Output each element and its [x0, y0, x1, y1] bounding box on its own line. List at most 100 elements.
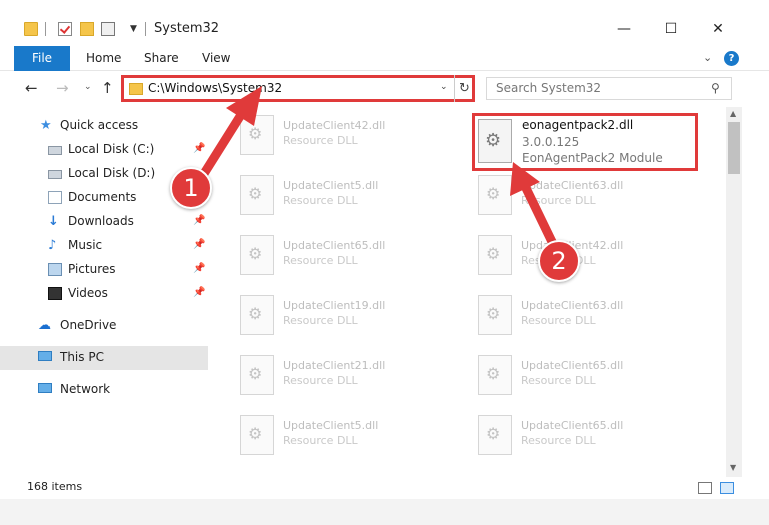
sidebar-item-label: This PC: [60, 350, 104, 364]
highlighted-file-item[interactable]: eonagentpack2.dll 3.0.0.125 EonAgentPack…: [472, 113, 698, 171]
dll-file-icon: [478, 355, 512, 395]
help-icon[interactable]: ?: [724, 51, 739, 66]
scroll-up-arrow-icon[interactable]: ▲: [730, 109, 736, 118]
sidebar-item-label: Videos: [68, 286, 108, 300]
sidebar-item-pictures[interactable]: Pictures 📌: [0, 258, 208, 282]
file-name: UpdateClient5.dll: [283, 179, 379, 192]
search-box[interactable]: Search System32 ⚲: [486, 77, 732, 100]
maximize-button[interactable]: ☐: [648, 14, 694, 44]
pin-icon: 📌: [193, 263, 206, 274]
scroll-down-arrow-icon[interactable]: ▼: [730, 463, 736, 472]
file-item[interactable]: UpdateClient5.dll Resource DLL: [222, 411, 452, 459]
search-input[interactable]: Search System32: [496, 81, 601, 95]
file-name: eonagentpack2.dll: [522, 118, 634, 132]
back-arrow-icon[interactable]: ←: [25, 79, 38, 97]
dll-file-icon: [478, 175, 512, 215]
close-button[interactable]: ✕: [695, 14, 741, 44]
sidebar-item-label: Music: [68, 238, 103, 252]
sidebar-item-local-disk-c[interactable]: Local Disk (C:) 📌: [0, 138, 208, 162]
file-type: Resource DLL: [283, 374, 358, 387]
address-folder-icon: [129, 83, 143, 95]
rename-icon[interactable]: [101, 22, 115, 36]
dll-file-icon: [240, 355, 274, 395]
sidebar-item-label: Documents: [68, 190, 137, 204]
folder-icon[interactable]: [24, 22, 38, 36]
refresh-icon[interactable]: ↻: [454, 75, 474, 102]
sidebar-item-downloads[interactable]: ↓ Downloads 📌: [0, 210, 208, 234]
tab-home[interactable]: Home: [86, 46, 121, 71]
details-view-icon[interactable]: [698, 482, 712, 494]
file-name: UpdateClient5.dll: [283, 419, 379, 432]
sidebar-item-network[interactable]: Network: [0, 378, 208, 402]
step-1-badge: 1: [170, 167, 212, 209]
file-name: UpdateClient65.dll: [283, 239, 386, 252]
recent-locations-chevron-icon[interactable]: ⌄: [84, 82, 92, 92]
sidebar-item-this-pc[interactable]: This PC: [0, 346, 208, 370]
file-item[interactable]: [222, 471, 452, 473]
file-type: Resource DLL: [521, 194, 596, 207]
file-name: UpdateClient65.dll: [521, 359, 624, 372]
star-icon: ★: [40, 118, 52, 133]
new-folder-icon[interactable]: [80, 22, 94, 36]
sidebar-item-quick-access[interactable]: ★ Quick access: [0, 114, 208, 138]
dll-file-icon: [240, 175, 274, 215]
dll-file-icon: [240, 235, 274, 275]
downloads-icon: ↓: [48, 214, 59, 229]
minimize-button[interactable]: —: [601, 14, 647, 44]
sidebar-item-label: Quick access: [60, 118, 139, 132]
videos-icon: [48, 287, 62, 300]
navigation-pane: ★ Quick access Local Disk (C:) 📌 Local D…: [0, 107, 210, 473]
search-icon[interactable]: ⚲: [711, 81, 720, 95]
disk-icon: [48, 170, 62, 179]
file-name: UpdateClient42.dll: [283, 119, 386, 132]
forward-arrow-icon[interactable]: →: [56, 79, 69, 97]
dll-file-icon: [240, 415, 274, 455]
tab-file[interactable]: File: [14, 46, 70, 71]
tab-share[interactable]: Share: [144, 46, 179, 71]
file-item[interactable]: UpdateClient65.dll Resource DLL: [460, 411, 690, 459]
quick-access-chevron-down-icon[interactable]: ▼: [130, 24, 137, 34]
properties-check-icon[interactable]: [58, 22, 72, 36]
toolbar-separator: [45, 22, 46, 36]
cloud-icon: ☁: [38, 318, 51, 333]
up-arrow-icon[interactable]: ↑: [101, 79, 114, 97]
address-dropdown-chevron-icon[interactable]: ⌄: [440, 82, 448, 92]
toolbar-separator: [145, 22, 146, 36]
file-item[interactable]: UpdateClient63.dll Resource DLL: [460, 291, 690, 339]
window-title: System32: [154, 21, 220, 36]
file-item[interactable]: UpdateClient65.dll Resource DLL: [222, 231, 452, 279]
sidebar-item-label: Local Disk (D:): [68, 166, 156, 180]
file-item[interactable]: [460, 471, 690, 473]
address-path[interactable]: C:\Windows\System32: [148, 81, 282, 95]
ribbon-tabs: File Home Share View ⌄ ?: [0, 46, 769, 71]
disk-icon: [48, 146, 62, 155]
ribbon-expand-chevron-icon[interactable]: ⌄: [703, 51, 712, 64]
file-item[interactable]: UpdateClient42.dll Resource DLL: [222, 111, 452, 159]
file-type: Resource DLL: [521, 374, 596, 387]
file-name: UpdateClient63.dll: [521, 299, 624, 312]
file-item[interactable]: UpdateClient19.dll Resource DLL: [222, 291, 452, 339]
file-item[interactable]: UpdateClient5.dll Resource DLL: [222, 171, 452, 219]
address-bar[interactable]: C:\Windows\System32 ⌄ ↻: [121, 75, 475, 102]
file-item[interactable]: UpdateClient65.dll Resource DLL: [460, 351, 690, 399]
scrollbar-thumb[interactable]: [728, 122, 740, 174]
sidebar-item-label: OneDrive: [60, 318, 117, 332]
file-type: Resource DLL: [283, 254, 358, 267]
computer-icon: [38, 351, 52, 361]
sidebar-item-videos[interactable]: Videos 📌: [0, 282, 208, 306]
file-type: Resource DLL: [521, 434, 596, 447]
file-type: Resource DLL: [283, 434, 358, 447]
tab-view[interactable]: View: [202, 46, 230, 71]
status-bar: 168 items: [0, 477, 769, 499]
dll-file-icon: [240, 295, 274, 335]
vertical-scrollbar[interactable]: ▲ ▼: [726, 107, 742, 477]
sidebar-item-music[interactable]: ♪ Music 📌: [0, 234, 208, 258]
navigation-bar: ← → ⌄ ↑ C:\Windows\System32 ⌄ ↻ Search S…: [0, 71, 769, 107]
file-item[interactable]: UpdateClient63.dll Resource DLL: [460, 171, 690, 219]
large-icons-view-icon[interactable]: [720, 482, 734, 494]
pin-icon: 📌: [193, 143, 206, 154]
sidebar-item-onedrive[interactable]: ☁ OneDrive: [0, 314, 208, 338]
documents-icon: [48, 191, 62, 204]
file-item[interactable]: UpdateClient21.dll Resource DLL: [222, 351, 452, 399]
file-type: Resource DLL: [283, 194, 358, 207]
